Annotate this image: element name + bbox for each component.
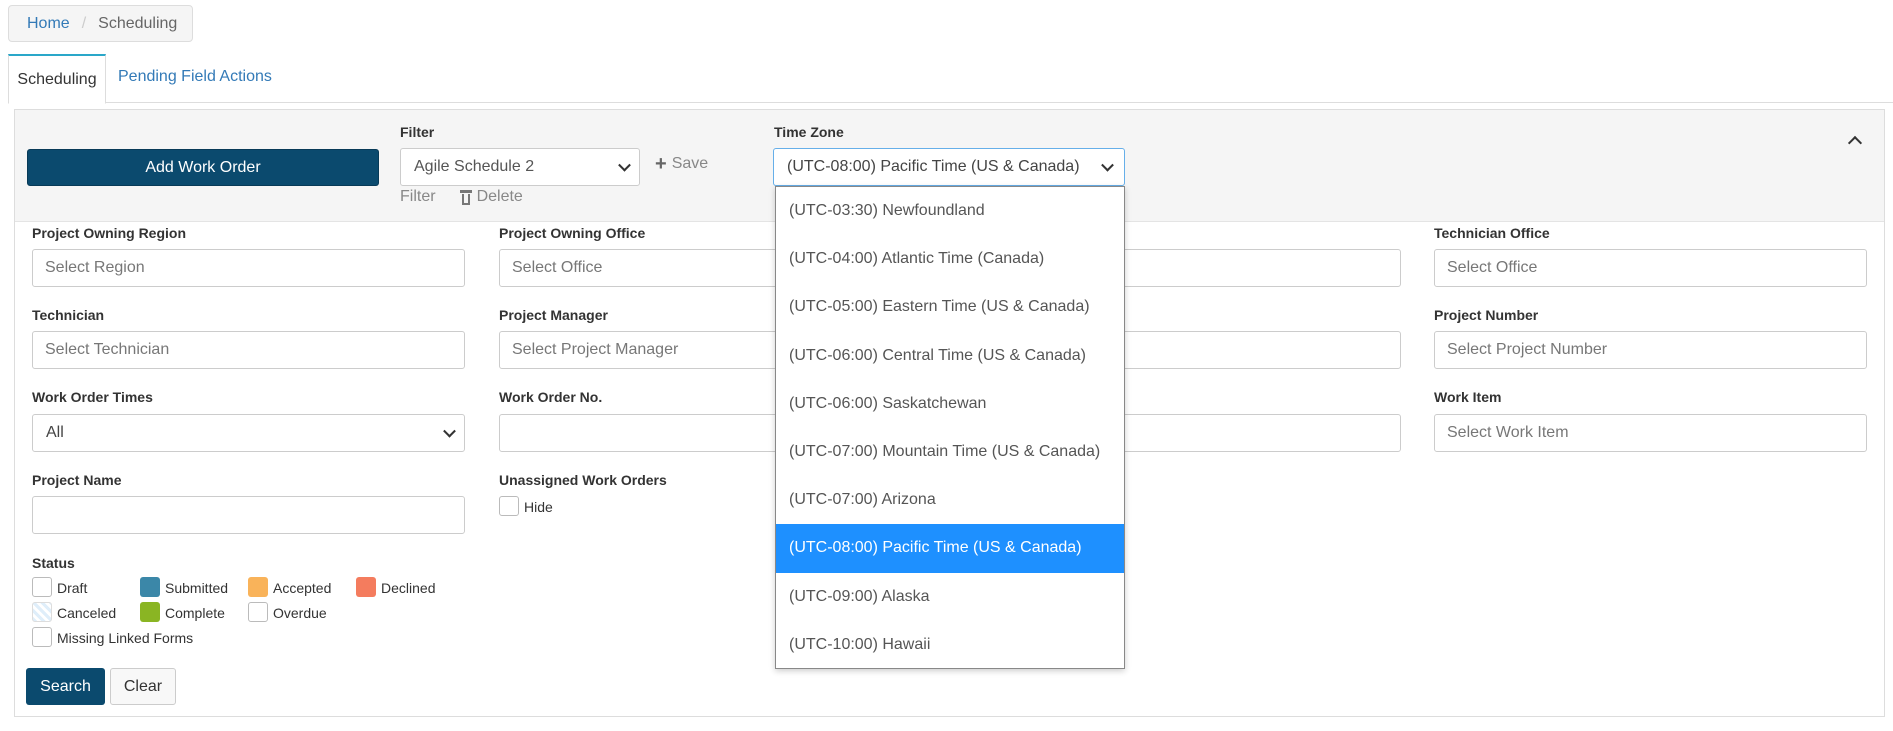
- timezone-option[interactable]: (UTC-08:00) Pacific Time (US & Canada): [776, 524, 1124, 573]
- plus-icon: +: [655, 153, 667, 175]
- delete-filter-link[interactable]: Delete: [477, 188, 523, 206]
- status-label: Status: [32, 555, 75, 571]
- timezone-select-value: (UTC-08:00) Pacific Time (US & Canada): [787, 158, 1080, 175]
- timezone-option[interactable]: (UTC-06:00) Saskatchewan: [776, 380, 1124, 428]
- breadcrumb-separator: /: [81, 14, 87, 32]
- breadcrumb: Home / Scheduling: [8, 5, 193, 42]
- timezone-option[interactable]: (UTC-07:00) Arizona: [776, 476, 1124, 524]
- clear-button[interactable]: Clear: [110, 668, 176, 705]
- chevron-down-icon: [443, 424, 456, 438]
- project-owning-region-label: Project Owning Region: [32, 225, 187, 241]
- hide-unassigned-label: Hide: [524, 499, 553, 515]
- tab-bar: Scheduling Pending Field Actions: [8, 52, 1893, 104]
- status-accepted-checkbox[interactable]: [248, 577, 268, 597]
- chevron-up-icon[interactable]: [1847, 135, 1863, 151]
- status-overdue-checkbox[interactable]: [248, 602, 268, 622]
- status-declined-checkbox[interactable]: [356, 577, 376, 597]
- work-order-times-value: All: [46, 424, 64, 441]
- work-order-no-label: Work Order No.: [499, 389, 603, 405]
- project-name-label: Project Name: [32, 472, 122, 488]
- tab-pending-field-actions[interactable]: Pending Field Actions: [107, 52, 283, 102]
- status-complete-checkbox[interactable]: [140, 602, 160, 622]
- search-button[interactable]: Search: [26, 668, 105, 705]
- status-declined-label: Declined: [381, 580, 436, 596]
- timezone-label: Time Zone: [774, 124, 844, 140]
- timezone-option[interactable]: (UTC-03:30) Newfoundland: [776, 187, 1124, 235]
- status-canceled-label: Canceled: [57, 605, 117, 621]
- unassigned-work-orders-label: Unassigned Work Orders: [499, 472, 667, 488]
- filter-label: Filter: [400, 124, 435, 140]
- status-accepted-label: Accepted: [273, 580, 332, 596]
- project-number-label: Project Number: [1434, 307, 1539, 323]
- timezone-option[interactable]: (UTC-06:00) Central Time (US & Canada): [776, 332, 1124, 380]
- timezone-select[interactable]: (UTC-08:00) Pacific Time (US & Canada): [773, 148, 1125, 186]
- status-canceled-checkbox[interactable]: [32, 602, 52, 622]
- timezone-option[interactable]: (UTC-07:00) Mountain Time (US & Canada): [776, 428, 1124, 476]
- hidden-field-row1-input[interactable]: [1100, 249, 1401, 287]
- missing-linked-forms-checkbox[interactable]: [32, 627, 52, 647]
- project-number-input[interactable]: Select Project Number: [1434, 331, 1867, 369]
- work-order-times-select[interactable]: All: [32, 414, 465, 452]
- status-complete-label: Complete: [165, 605, 225, 621]
- hidden-field-row3-input[interactable]: [1100, 414, 1401, 452]
- timezone-option[interactable]: (UTC-09:00) Alaska: [776, 573, 1124, 621]
- filter-actions: Filter Delete: [400, 188, 523, 206]
- work-item-input[interactable]: Select Work Item: [1434, 414, 1867, 452]
- timezone-dropdown-list: (UTC-03:30) Newfoundland (UTC-04:00) Atla…: [775, 186, 1125, 669]
- status-submitted-label: Submitted: [165, 580, 229, 596]
- tab-scheduling[interactable]: Scheduling: [8, 54, 106, 104]
- hide-unassigned-checkbox[interactable]: [499, 496, 519, 516]
- chevron-down-icon: [1101, 158, 1114, 172]
- timezone-option[interactable]: (UTC-10:00) Hawaii: [776, 621, 1124, 668]
- status-submitted-checkbox[interactable]: [140, 577, 160, 597]
- project-owning-region-input[interactable]: Select Region: [32, 249, 465, 287]
- save-filter-label: Save: [671, 155, 709, 172]
- missing-linked-forms-label: Missing Linked Forms: [57, 630, 194, 646]
- technician-label: Technician: [32, 307, 105, 323]
- status-draft-label: Draft: [57, 580, 88, 596]
- status-draft-checkbox[interactable]: [32, 577, 52, 597]
- technician-office-input[interactable]: Select Office: [1434, 249, 1867, 287]
- filter-link[interactable]: Filter: [400, 188, 436, 206]
- work-order-times-label: Work Order Times: [32, 389, 153, 405]
- project-manager-label: Project Manager: [499, 307, 608, 323]
- technician-office-label: Technician Office: [1434, 225, 1550, 241]
- timezone-option[interactable]: (UTC-04:00) Atlantic Time (Canada): [776, 235, 1124, 283]
- hidden-field-row2-input[interactable]: [1100, 331, 1401, 369]
- breadcrumb-home-link[interactable]: Home: [27, 15, 70, 33]
- status-overdue-label: Overdue: [273, 605, 327, 621]
- trash-icon[interactable]: [459, 189, 472, 205]
- project-owning-office-label: Project Owning Office: [499, 225, 646, 241]
- filter-select-value: Agile Schedule 2: [414, 158, 535, 175]
- add-work-order-button[interactable]: Add Work Order: [27, 149, 379, 186]
- work-item-label: Work Item: [1434, 389, 1502, 405]
- save-filter-button[interactable]: + Save: [655, 154, 708, 174]
- timezone-option[interactable]: (UTC-05:00) Eastern Time (US & Canada): [776, 283, 1124, 331]
- project-name-input[interactable]: [32, 496, 465, 534]
- chevron-down-icon: [618, 158, 631, 172]
- technician-input[interactable]: Select Technician: [32, 331, 465, 369]
- breadcrumb-current: Scheduling: [98, 14, 178, 32]
- filter-select[interactable]: Agile Schedule 2: [400, 148, 640, 186]
